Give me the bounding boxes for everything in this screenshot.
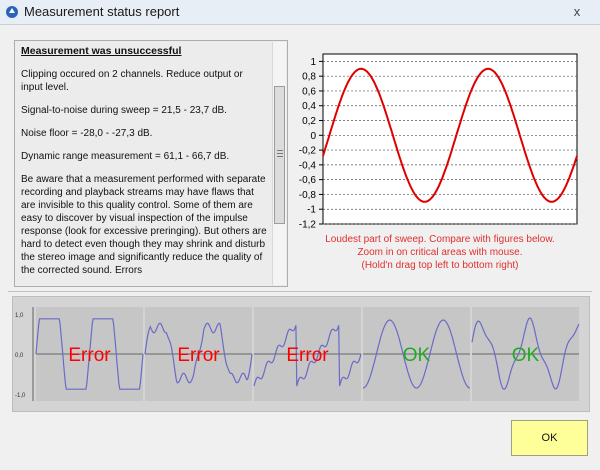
example-ok-label: OK	[512, 345, 540, 366]
y-tick-label: -0,4	[299, 160, 317, 171]
y-tick-label: 0	[310, 131, 316, 142]
caption-line: Zoom in on critical areas with mouse.	[357, 247, 523, 258]
example-waveforms: 1,0 0,0 -1,0 Error Error Error OK OK	[12, 296, 590, 412]
example-ok-label: OK	[403, 345, 431, 366]
example-waveforms-graphic: 1,0 0,0 -1,0 Error Error Error OK OK	[15, 307, 580, 401]
chart-caption: Loudest part of sweep. Compare with figu…	[295, 233, 585, 272]
y-tick-label: 1	[310, 57, 316, 68]
ok-button[interactable]: OK	[511, 420, 588, 456]
caption-line: Loudest part of sweep. Compare with figu…	[325, 234, 555, 245]
report-paragraph: Dynamic range measurement = 61,1 - 66,7 …	[21, 151, 230, 162]
report-text: Measurement was unsuccessful Clipping oc…	[21, 45, 267, 286]
example-axis-label: 0,0	[15, 353, 24, 359]
sweep-waveform-chart[interactable]: 1 0,8 0,6 0,4 0,2 0 -0,2 -0,4 -0,6 -0,8 -1 -1,2	[295, 40, 585, 230]
example-axis-label: -1,0	[15, 393, 26, 399]
y-tick-label: -1	[307, 205, 316, 216]
app-icon	[6, 6, 18, 18]
report-paragraph: Noise floor = -28,0 - -27,3 dB.	[21, 128, 153, 139]
report-paragraph: Be aware that a measurement performed wi…	[21, 174, 267, 276]
y-tick-label: 0,4	[302, 101, 316, 112]
close-icon: x	[573, 4, 581, 19]
example-error-label: Error	[177, 345, 220, 366]
plot-area	[322, 53, 578, 225]
window-title: Measurement status report	[24, 4, 180, 19]
example-error-label: Error	[68, 345, 111, 366]
report-text-panel[interactable]: Measurement was unsuccessful Clipping oc…	[14, 40, 288, 287]
example-error-label: Error	[286, 345, 329, 366]
y-tick-label: 0,2	[302, 116, 316, 127]
y-tick-label: -1,2	[299, 220, 317, 231]
report-paragraph: Clipping occured on 2 channels. Reduce o…	[21, 69, 243, 93]
y-tick-label: 0,6	[302, 86, 316, 97]
section-divider	[8, 291, 592, 292]
y-tick-label: -0,2	[299, 146, 317, 157]
report-heading: Measurement was unsuccessful	[21, 45, 182, 57]
caption-line: (Hold'n drag top left to bottom right)	[361, 260, 519, 271]
scroll-thumb[interactable]	[274, 86, 285, 224]
example-axis-label: 1,0	[15, 313, 24, 319]
y-tick-label: 0,8	[302, 72, 316, 83]
close-button[interactable]: x	[562, 2, 592, 21]
y-tick-label: -0,8	[299, 190, 317, 201]
report-paragraph: Signal-to-noise during sweep = 21,5 - 23…	[21, 105, 227, 116]
vertical-scrollbar[interactable]	[272, 42, 286, 285]
title-bar: Measurement status report x	[0, 0, 600, 25]
y-tick-label: -0,6	[299, 175, 317, 186]
